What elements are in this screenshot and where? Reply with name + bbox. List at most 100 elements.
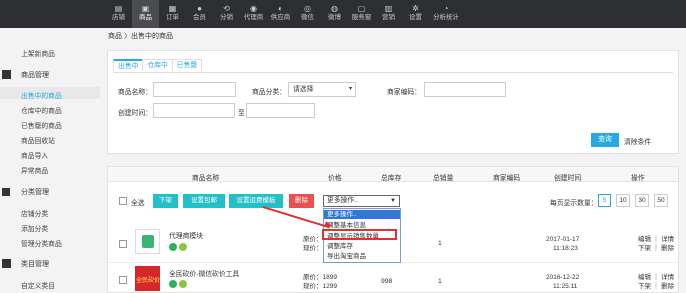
per-page-5[interactable]: 5: [598, 194, 611, 207]
delete-button[interactable]: 删除: [289, 194, 314, 208]
distribution-icon: ⟲: [223, 4, 230, 13]
dropdown-option-more[interactable]: 更多操作..: [324, 210, 400, 219]
nav-supplier[interactable]: ◐ 供应商: [267, 0, 294, 28]
dropdown-option-stock[interactable]: 调整库存: [324, 242, 400, 251]
nav-goods[interactable]: ▣ 商品: [132, 0, 159, 28]
sidebar-item-import[interactable]: 商品导入: [21, 150, 48, 160]
sidebar-item-manage-category-goods[interactable]: 管理分类商品: [21, 238, 62, 248]
per-page-10[interactable]: 10: [616, 194, 630, 207]
member-icon: ●: [197, 4, 202, 13]
create-date: 2017-01-17: [546, 236, 580, 243]
col-create-time: 创建时间: [554, 175, 582, 182]
thumbnail-text: 全民砍价: [136, 278, 161, 284]
sidebar-item-abnormal[interactable]: 异常商品: [21, 165, 48, 175]
nav-analytics[interactable]: ◔ 分析统计: [429, 0, 463, 28]
goods-thumbnail[interactable]: [135, 229, 160, 254]
merchant-code-input[interactable]: [424, 82, 506, 97]
grid-icon: [2, 70, 11, 79]
price-original: 原价：1899: [303, 274, 337, 281]
nav-order[interactable]: ▦ 订单: [159, 0, 186, 28]
chevron-down-icon: ▾: [348, 86, 352, 92]
wechat-icon: ◎: [304, 4, 311, 13]
sidebar-group-goods: 商品管理: [0, 70, 100, 80]
row-ops-edit-detail[interactable]: 编辑 ｜ 详情: [638, 273, 674, 282]
sales-count: 1: [438, 278, 442, 285]
price-original: 原价：: [303, 236, 323, 243]
goods-title[interactable]: 全民砍价-微信砍价工具: [169, 268, 239, 278]
sidebar-item-shop-category[interactable]: 店铺分类: [21, 208, 48, 218]
tab-sold-out[interactable]: 已售罄: [171, 59, 203, 71]
wechat-icon: [169, 280, 177, 288]
per-page-30[interactable]: 30: [635, 194, 649, 207]
main-nav: ▤ 店铺 ▣ 商品 ▦ 订单 ● 会员 ⟲ 分销 ◉ 代理商 ◐ 供应商 ◎ 微信 ◍ 微博 ▢ 服…: [105, 0, 463, 28]
row-ops-edit-detail[interactable]: 编辑 ｜ 详情: [638, 235, 674, 244]
col-stock: 总库存: [381, 175, 402, 182]
nav-service-window[interactable]: ▢ 服务窗: [348, 0, 375, 28]
sidebar-group-class: 类目管理: [0, 259, 100, 269]
select-all-checkbox[interactable]: [119, 197, 127, 205]
sidebar-group-category: 分类管理: [0, 187, 100, 197]
col-merchant-code: 商家编码: [493, 175, 521, 182]
nav-distribution[interactable]: ⟲ 分销: [213, 0, 240, 28]
nav-agent[interactable]: ◉ 代理商: [240, 0, 267, 28]
per-page-50[interactable]: 50: [654, 194, 668, 207]
analytics-icon: ◔: [443, 4, 449, 13]
sidebar-item-on-sale[interactable]: 出售中的商品: [21, 90, 62, 100]
search-button[interactable]: 查询: [591, 133, 619, 147]
tab-in-warehouse[interactable]: 仓库中: [142, 59, 173, 71]
row-ops-shelf-delete[interactable]: 下架 ｜ 删除: [638, 244, 674, 253]
service-window-icon: ▢: [357, 4, 366, 13]
row-ops-shelf-delete[interactable]: 下架 ｜ 删除: [638, 282, 674, 291]
supplier-icon: ◐: [278, 4, 283, 13]
nav-member[interactable]: ● 会员: [186, 0, 213, 28]
set-free-shipping-button[interactable]: 设置包邮: [183, 194, 225, 208]
sidebar-item-in-warehouse[interactable]: 仓库中的商品: [21, 105, 62, 115]
tab-divider: [113, 72, 673, 73]
agent-module-icon: [142, 235, 154, 248]
goods-thumbnail[interactable]: 全民砍价: [135, 266, 160, 291]
goods-title[interactable]: 代理商模块: [169, 230, 203, 240]
sidebar-item-add-goods[interactable]: 上架新商品: [21, 48, 55, 58]
tab-on-sale[interactable]: 出售中: [113, 59, 144, 71]
chevron-down-icon: ▼: [390, 198, 396, 204]
marketing-icon: ▥: [384, 4, 393, 13]
store-icon: ▤: [114, 4, 123, 13]
nav-wechat[interactable]: ◎ 微信: [294, 0, 321, 28]
sidebar-item-sold-out[interactable]: 已售罄的商品: [21, 120, 62, 130]
row-checkbox[interactable]: [119, 276, 127, 284]
agent-icon: ◉: [250, 4, 257, 13]
col-goods-name: 商品名称: [192, 175, 220, 182]
logo-area: [0, 0, 100, 28]
nav-settings[interactable]: ✲ 设置: [402, 0, 429, 28]
col-price: 价格: [328, 175, 342, 182]
weibo-icon: ◍: [331, 4, 338, 13]
row-checkbox[interactable]: [119, 240, 127, 248]
merchant-code-label: 商家编码：: [387, 89, 421, 96]
create-time: 11:18:23: [553, 245, 578, 252]
goods-name-input[interactable]: [153, 82, 236, 97]
sidebar-item-recycle[interactable]: 商品回收站: [21, 135, 55, 145]
nav-store[interactable]: ▤ 店铺: [105, 0, 132, 28]
order-icon: ▦: [168, 4, 177, 13]
create-time-end-input[interactable]: [246, 103, 315, 118]
stock-count: 998: [381, 278, 393, 285]
grid-icon: [2, 259, 11, 268]
time-separator: 至: [238, 110, 245, 117]
sidebar-item-custom-class[interactable]: 自定义类目: [21, 280, 55, 290]
per-page-label: 每页显示数量：: [550, 200, 598, 207]
category-select[interactable]: 请选择 ▾: [288, 82, 356, 97]
clear-conditions-link[interactable]: 清除条件: [624, 136, 651, 146]
more-operations-select[interactable]: 更多操作.. ▼: [323, 195, 400, 207]
shelf-off-button[interactable]: 下架: [153, 194, 178, 208]
sidebar-item-add-category[interactable]: 添加分类: [21, 223, 48, 233]
settings-icon: ✲: [412, 4, 419, 13]
create-time-start-input[interactable]: [153, 103, 235, 118]
goods-name-label: 商品名称：: [118, 89, 152, 96]
dropdown-option-export-taobao[interactable]: 导出淘宝商品: [324, 252, 400, 261]
nav-weibo[interactable]: ◍ 微博: [321, 0, 348, 28]
status-tabs: 出售中 仓库中 已售罄: [113, 59, 203, 71]
highlight-box: [322, 229, 397, 240]
nav-marketing[interactable]: ▥ 营销: [375, 0, 402, 28]
col-operations: 操作: [631, 175, 645, 182]
set-shipping-template-button[interactable]: 设置运费模板: [229, 194, 283, 208]
